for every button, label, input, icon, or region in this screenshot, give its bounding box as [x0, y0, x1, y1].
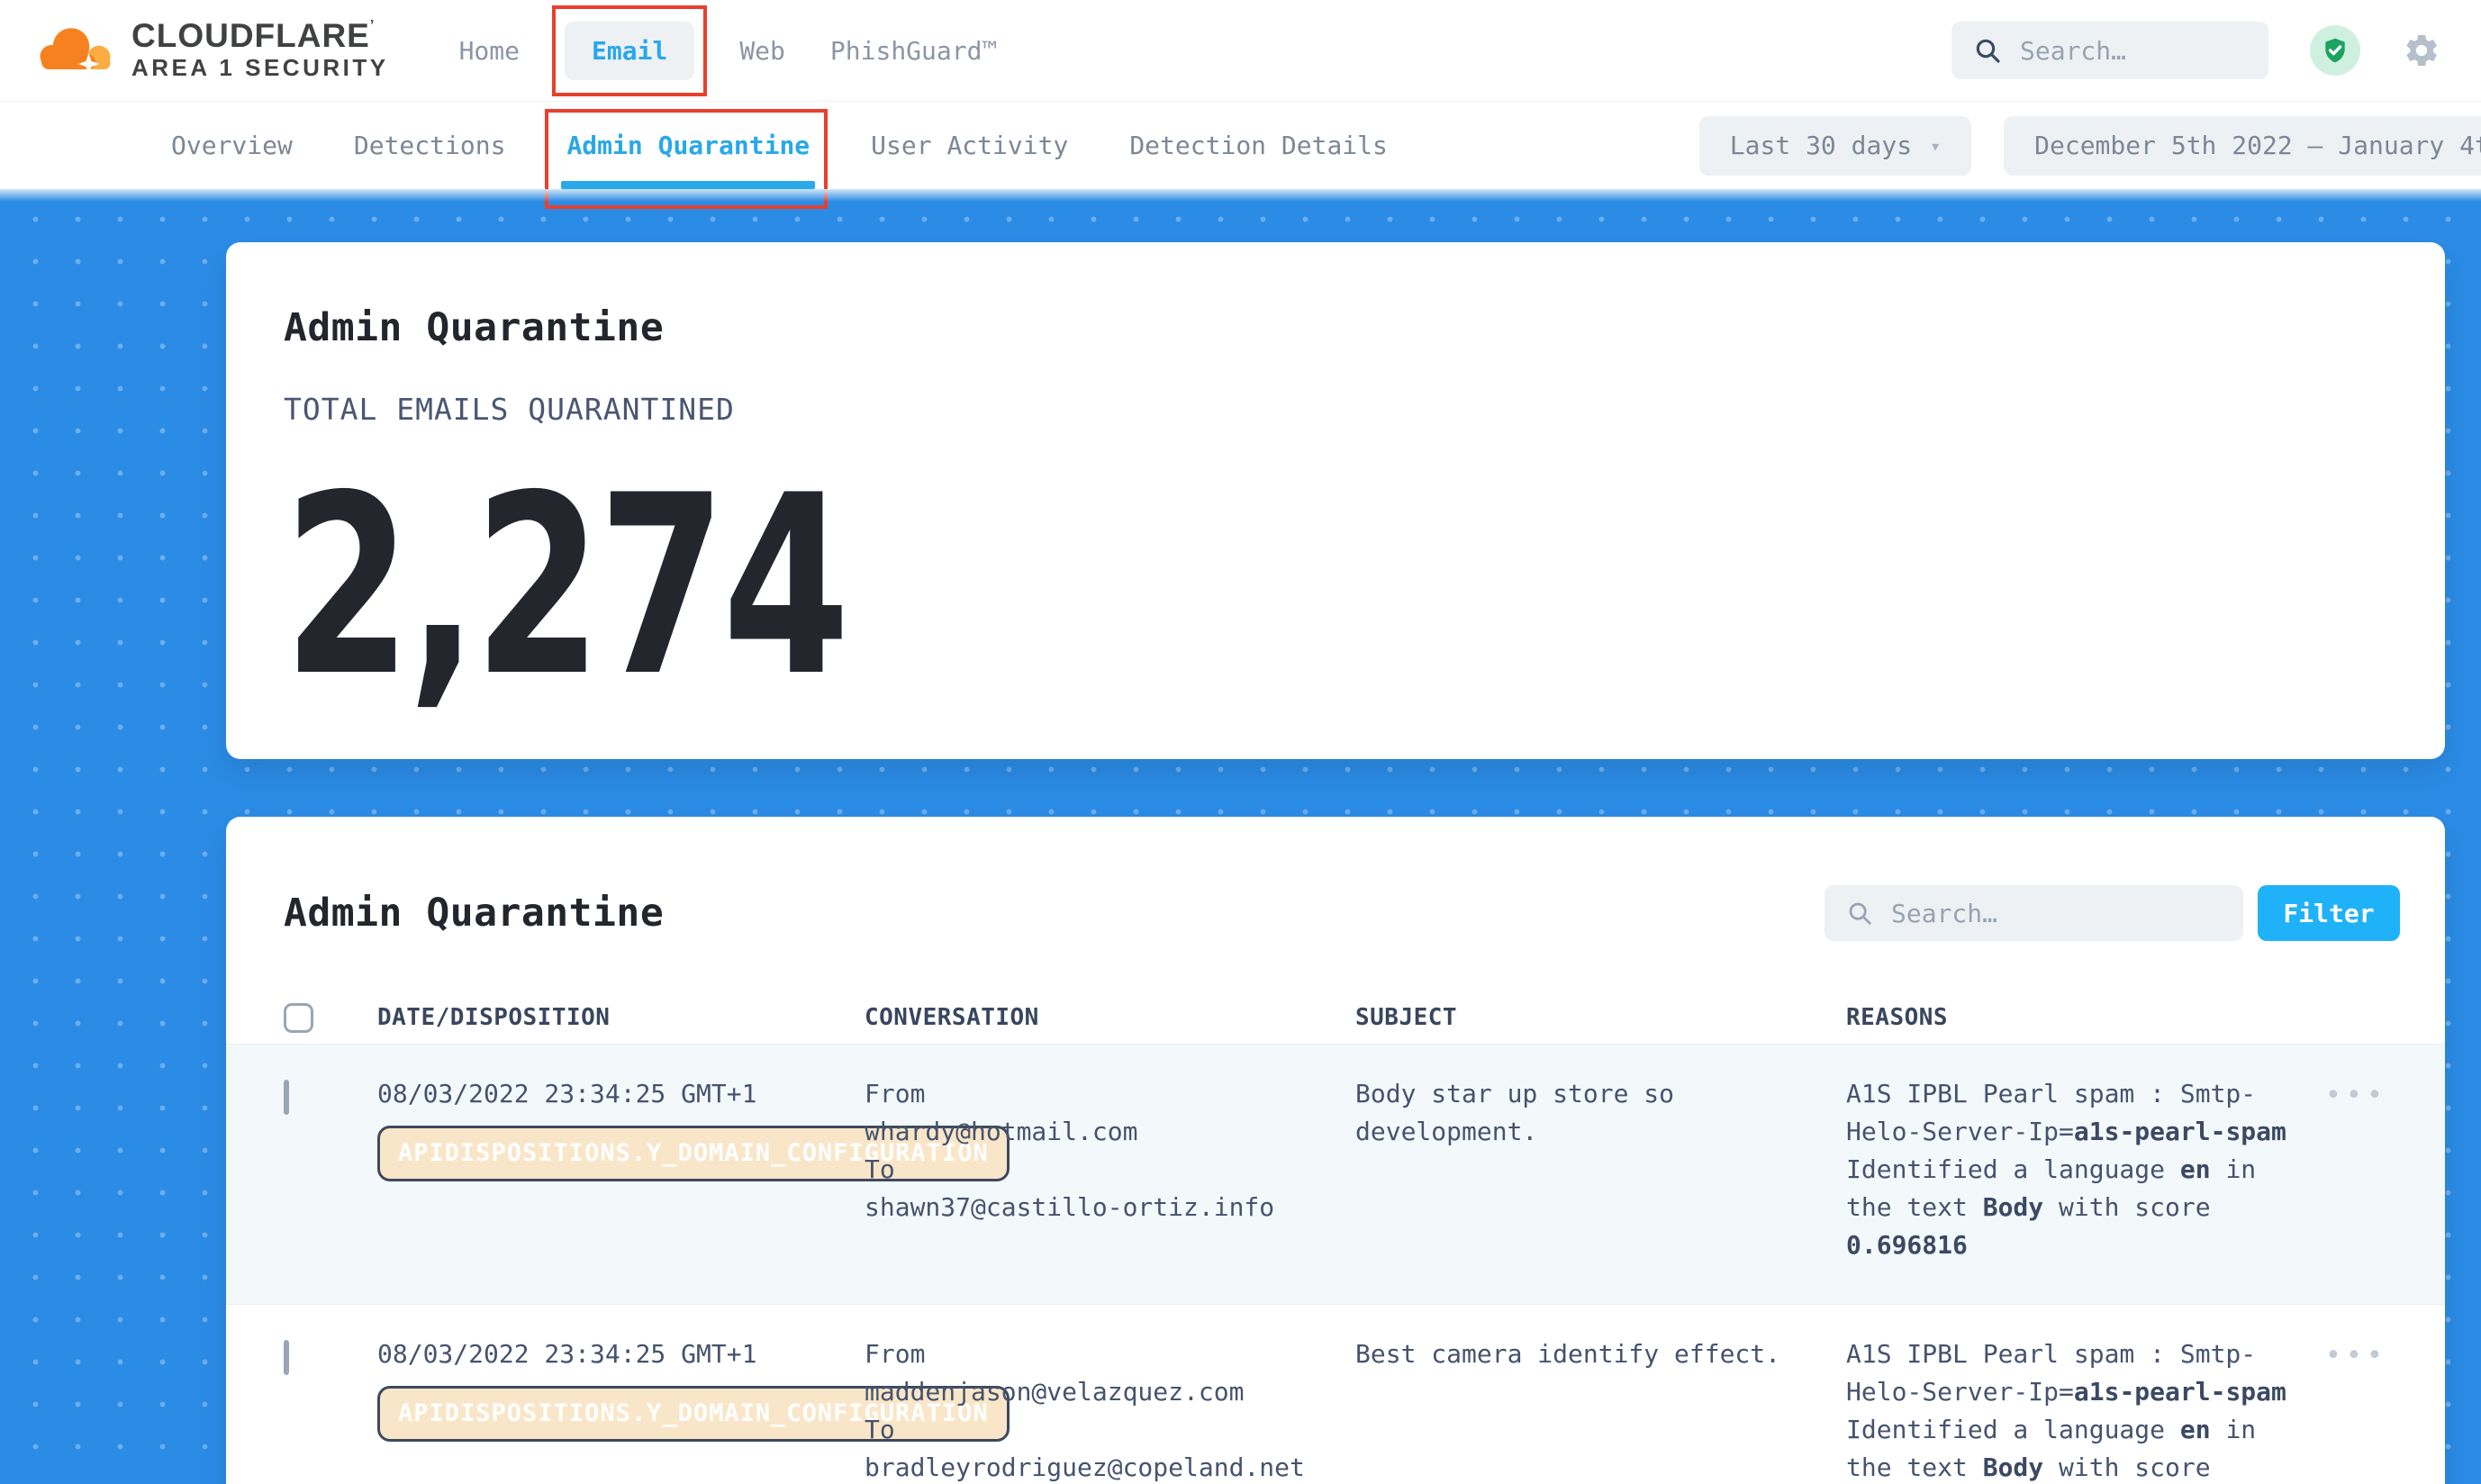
- top-nav: CLOUDFLARE’ AREA 1 SECURITY Home Email W…: [0, 0, 2481, 102]
- table-row: 08/03/2022 23:34:25 GMT+1 APIDISPOSITION…: [226, 1044, 2445, 1304]
- to-label: To: [865, 1411, 1355, 1449]
- trademark-mark: ’: [370, 18, 375, 33]
- brand-subname: AREA 1 SECURITY: [131, 54, 389, 82]
- row-date: 08/03/2022 23:34:25 GMT+1: [377, 1075, 865, 1113]
- column-header-subject: SUBJECT: [1355, 1004, 1846, 1031]
- global-search[interactable]: [1951, 22, 2268, 79]
- metric-value: 2,274: [284, 463, 1841, 710]
- column-header-conversation: CONVERSATION: [865, 1004, 1355, 1031]
- table-card-header: Admin Quarantine Filter: [226, 885, 2445, 941]
- table-search[interactable]: [1825, 885, 2243, 941]
- row-date: 08/03/2022 23:34:25 GMT+1: [377, 1335, 865, 1373]
- row-checkbox[interactable]: [284, 1340, 289, 1375]
- reasons-cell: A1S IPBL Pearl spam : Smtp-Helo-Server-I…: [1846, 1335, 2296, 1484]
- to-label: To: [865, 1151, 1355, 1189]
- subject-cell: Best camera identify effect.: [1355, 1335, 1815, 1484]
- table-card-title: Admin Quarantine: [284, 891, 664, 936]
- table-header-row: DATE/DISPOSITION CONVERSATION SUBJECT RE…: [226, 991, 2445, 1044]
- metric-label: TOTAL EMAILS QUARANTINED: [284, 392, 2387, 427]
- tab-user-activity[interactable]: User Activity: [869, 129, 1070, 162]
- global-search-input[interactable]: [2020, 36, 2247, 66]
- reasons-cell: A1S IPBL Pearl spam : Smtp-Helo-Server-I…: [1846, 1075, 2296, 1264]
- tab-admin-quarantine[interactable]: Admin Quarantine: [565, 129, 811, 162]
- from-label: From: [865, 1075, 1355, 1113]
- account-status-badge[interactable]: [2310, 25, 2360, 76]
- top-nav-right: [1951, 22, 2441, 79]
- table-search-input[interactable]: [1891, 899, 2222, 928]
- date-range-button[interactable]: December 5th 2022 — January 4th 2023: [2004, 116, 2481, 176]
- row-actions-button[interactable]: •••: [2325, 1335, 2387, 1370]
- from-address: whardy@hotmail.com: [865, 1113, 1355, 1151]
- brand-name: CLOUDFLARE’: [131, 19, 389, 54]
- annotation-box-admin-quarantine: [545, 109, 828, 209]
- section-tabs: Overview Detections Admin Quarantine Use…: [169, 129, 1390, 162]
- table-row: 08/03/2022 23:34:25 GMT+1 APIDISPOSITION…: [226, 1304, 2445, 1484]
- subject-cell: Body star up store so development.: [1355, 1075, 1815, 1264]
- from-label: From: [865, 1335, 1355, 1373]
- cloudflare-logo: CLOUDFLARE’ AREA 1 SECURITY: [36, 19, 389, 82]
- row-actions-button[interactable]: •••: [2325, 1075, 2387, 1109]
- main-content: Admin Quarantine TOTAL EMAILS QUARANTINE…: [0, 189, 2481, 1484]
- period-dropdown-label: Last 30 days: [1730, 131, 1912, 160]
- date-range-label: December 5th 2022 — January 4th 2023: [2034, 131, 2481, 160]
- summary-card-title: Admin Quarantine: [284, 305, 2387, 350]
- table-body: 08/03/2022 23:34:25 GMT+1 APIDISPOSITION…: [226, 1044, 2445, 1484]
- filter-button[interactable]: Filter: [2258, 885, 2400, 941]
- row-checkbox[interactable]: [284, 1080, 289, 1115]
- column-header-reasons: REASONS: [1846, 1004, 2296, 1031]
- shield-check-icon: [2321, 36, 2350, 65]
- settings-button[interactable]: [2402, 31, 2441, 70]
- to-address: bradleyrodriguez@copeland.net: [865, 1449, 1355, 1484]
- search-icon: [1973, 36, 2002, 65]
- to-address: shawn37@castillo-ortiz.info: [865, 1189, 1355, 1226]
- summary-card: Admin Quarantine TOTAL EMAILS QUARANTINE…: [226, 242, 2445, 759]
- period-dropdown[interactable]: Last 30 days ▾: [1699, 116, 1971, 176]
- search-icon: [1846, 900, 1873, 927]
- nav-item-phishguard[interactable]: PhishGuard™: [830, 36, 997, 66]
- nav-item-email-wrap: Email: [565, 22, 694, 80]
- date-disposition-cell: 08/03/2022 23:34:25 GMT+1 APIDISPOSITION…: [377, 1335, 865, 1484]
- tab-overview[interactable]: Overview: [169, 129, 294, 162]
- conversation-cell: From maddenjason@velazquez.com To bradle…: [865, 1335, 1355, 1484]
- column-header-date-disposition: DATE/DISPOSITION: [377, 1004, 865, 1031]
- section-nav: Overview Detections Admin Quarantine Use…: [0, 102, 2481, 189]
- cloudflare-cloud-icon: [36, 23, 117, 77]
- nav-item-home[interactable]: Home: [459, 36, 520, 66]
- gear-icon: [2403, 32, 2440, 69]
- conversation-cell: From whardy@hotmail.com To shawn37@casti…: [865, 1075, 1355, 1264]
- date-disposition-cell: 08/03/2022 23:34:25 GMT+1 APIDISPOSITION…: [377, 1075, 865, 1264]
- quarantine-table-card: Admin Quarantine Filter DATE/DISPOSITION…: [226, 817, 2445, 1484]
- from-address: maddenjason@velazquez.com: [865, 1373, 1355, 1411]
- annotation-box-email: [552, 5, 707, 96]
- chevron-down-icon: ▾: [1930, 135, 1941, 157]
- tab-detection-details[interactable]: Detection Details: [1127, 129, 1390, 162]
- date-controls: Last 30 days ▾ December 5th 2022 — Janua…: [1699, 116, 2481, 176]
- nav-item-web[interactable]: Web: [739, 36, 785, 66]
- tab-detections[interactable]: Detections: [352, 129, 508, 162]
- top-nav-items: Home Email Web PhishGuard™: [459, 22, 998, 80]
- select-all-checkbox[interactable]: [284, 1003, 313, 1033]
